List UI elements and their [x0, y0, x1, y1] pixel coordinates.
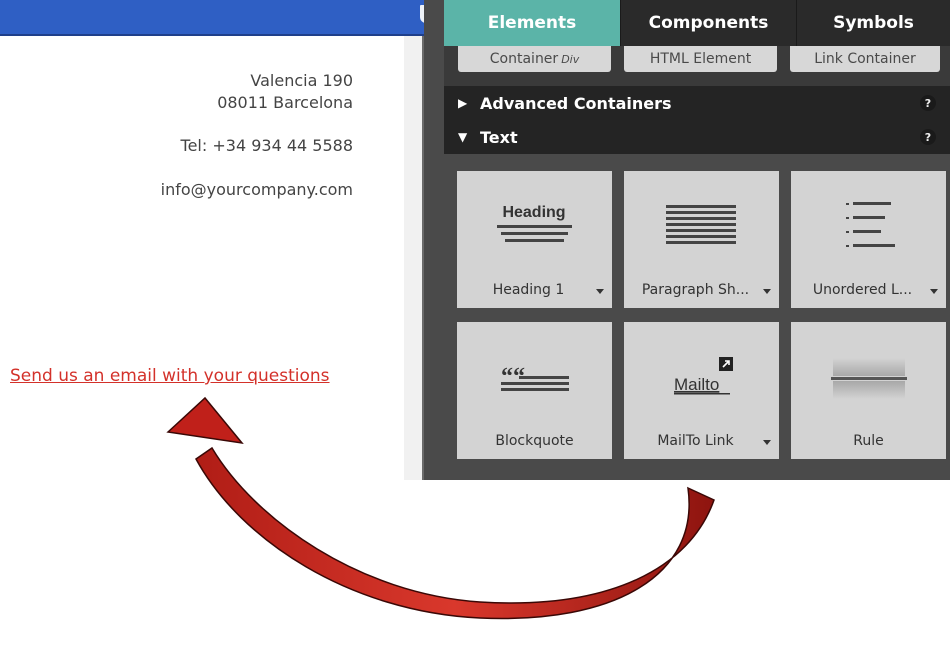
arrow-head — [166, 396, 244, 445]
curved-arrow-annotation — [166, 396, 715, 620]
arrow-body — [195, 446, 715, 620]
app-window: Valencia 190 08011 Barcelona Tel: +34 93… — [0, 0, 950, 666]
